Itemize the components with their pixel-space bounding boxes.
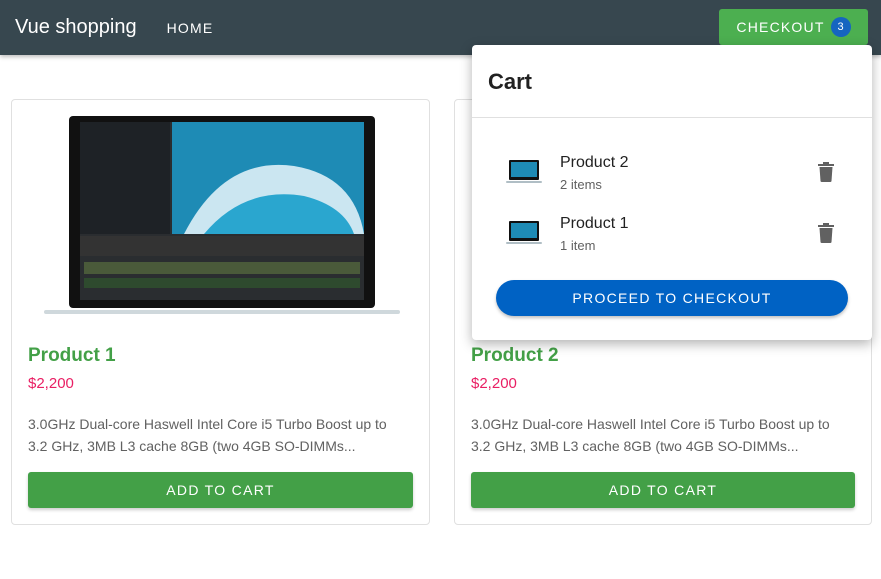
- cart-title: Cart: [488, 69, 533, 94]
- product-description: 3.0GHz Dual-core Haswell Intel Core i5 T…: [28, 416, 387, 454]
- product-price: $2,200: [471, 375, 517, 392]
- cart-item-quantity: 2 items: [560, 177, 602, 192]
- divider: [472, 117, 872, 118]
- product-description: 3.0GHz Dual-core Haswell Intel Core i5 T…: [471, 416, 830, 454]
- product-name[interactable]: Product 1: [28, 345, 116, 367]
- laptop-thumbnail: [506, 221, 542, 244]
- laptop-thumbnail: [506, 160, 542, 183]
- cart-count-badge: 3: [830, 17, 851, 37]
- product-price: $2,200: [28, 375, 74, 392]
- brand-title[interactable]: Vue shopping: [15, 16, 137, 39]
- cart-dropdown: Cart Product 2 2 items Product 1 1 item: [472, 45, 872, 340]
- proceed-to-checkout-button[interactable]: PROCEED TO CHECKOUT: [496, 280, 848, 316]
- add-to-cart-button[interactable]: ADD TO CART: [28, 472, 413, 508]
- cart-item: Product 2 2 items: [472, 148, 872, 198]
- laptop-image: [44, 116, 400, 314]
- trash-icon[interactable]: [818, 162, 834, 182]
- checkout-button[interactable]: CHECKOUT 3: [719, 9, 868, 45]
- cart-item-name: Product 2: [560, 154, 629, 171]
- cart-item-quantity: 1 item: [560, 238, 596, 253]
- cart-item: Product 1 1 item: [472, 209, 872, 259]
- trash-icon[interactable]: [818, 223, 834, 243]
- product-card-1: Product 1 $2,200 3.0GHz Dual-core Haswel…: [11, 99, 430, 525]
- home-nav-link[interactable]: HOME: [167, 20, 214, 36]
- product-name[interactable]: Product 2: [471, 345, 559, 367]
- cart-item-name: Product 1: [560, 215, 629, 232]
- checkout-label: CHECKOUT: [736, 19, 825, 35]
- add-to-cart-button[interactable]: ADD TO CART: [471, 472, 855, 508]
